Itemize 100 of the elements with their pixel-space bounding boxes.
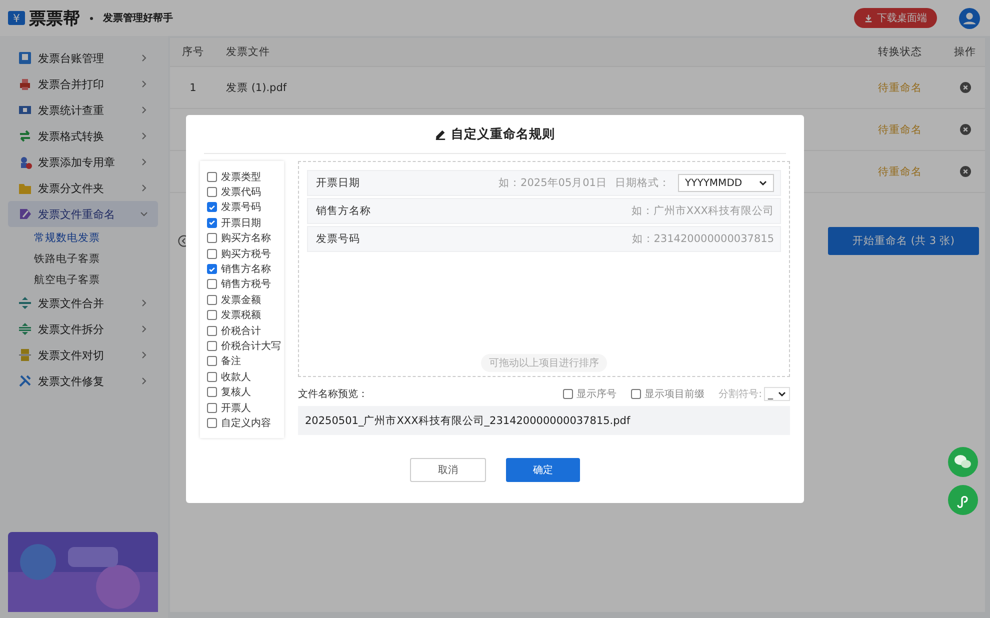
menu-item-icon (18, 51, 32, 65)
sidebar-item[interactable]: 发票分文件夹 (8, 175, 158, 201)
caret-icon (778, 390, 786, 398)
checkbox[interactable] (207, 248, 217, 259)
menu-item-icon (18, 322, 32, 336)
table-cell-text: 1 (188, 82, 198, 94)
sidebar-item[interactable]: 发票文件对切 (8, 342, 158, 368)
checkbox[interactable] (562, 389, 573, 399)
checkbox[interactable] (207, 294, 217, 305)
submenu-item[interactable]: 常规数电发票 (8, 227, 158, 248)
checkbox[interactable] (630, 389, 641, 399)
checkbox[interactable] (207, 172, 217, 182)
sidebar-item[interactable]: 发票统计查重 (8, 97, 158, 123)
checkbox-label[interactable]: 购买方名称 (221, 231, 271, 246)
checkbox[interactable] (207, 418, 217, 428)
submenu-item[interactable]: 铁路电子客票 (8, 248, 158, 269)
menu-item-icon (18, 129, 32, 143)
cancel-button[interactable]: 取消 (410, 458, 486, 482)
sidebar-item[interactable]: 发票格式转换 (8, 123, 158, 149)
checkbox-label[interactable]: 收款人 (221, 370, 251, 384)
checkbox-label[interactable]: 发票金额 (221, 292, 261, 307)
column-header: 操作 (953, 45, 977, 59)
check-icon (208, 264, 216, 274)
date-format-select[interactable]: YYYYMMDD (678, 174, 774, 192)
filename-preview: 20250501_广州市XXX科技有限公司_231420000000037815.pdf (298, 406, 790, 435)
checkbox-label[interactable]: 发票号码 (221, 200, 261, 214)
checkbox[interactable] (207, 326, 217, 336)
sort-item[interactable]: 开票日期 如：2025年05月01日 日期格式： YYYYMMDD (307, 170, 781, 196)
checkbox-label[interactable]: 销售方税号 (221, 277, 271, 292)
menu-item-icon (18, 207, 32, 221)
checkbox[interactable] (207, 218, 217, 228)
caret-icon (759, 179, 767, 187)
checkbox-label[interactable]: 发票税额 (221, 308, 261, 322)
checkbox-label[interactable]: 发票代码 (221, 185, 261, 200)
checkbox[interactable] (207, 233, 217, 244)
checkbox-label[interactable]: 价税合计大写 (221, 338, 281, 353)
checkbox-label[interactable]: 显示序号 (576, 387, 617, 401)
start-rename-button[interactable]: 开始重命名 (共 3 张) (828, 227, 979, 255)
checkbox[interactable] (207, 279, 217, 290)
dialog-title: 自定义重命名规则 (451, 126, 555, 142)
confirm-button[interactable]: 确定 (506, 458, 580, 482)
sort-hint: 可拖动以上项目进行排序 (481, 354, 607, 372)
checkbox[interactable] (207, 264, 217, 274)
separator-select[interactable]: _ (764, 387, 790, 401)
status-label: 待重命名 (877, 164, 923, 178)
checkbox-label[interactable]: 开票日期 (221, 216, 261, 230)
checkbox-label[interactable]: 复核人 (221, 385, 251, 400)
tagline: 发票管理好帮手 (103, 12, 173, 25)
menu-item-icon (18, 103, 32, 117)
sidebar-item[interactable]: 发票文件拆分 (8, 316, 158, 342)
menu-item-icon (18, 296, 32, 310)
checkbox-label[interactable]: 开票人 (221, 400, 251, 415)
checkbox[interactable] (207, 340, 217, 351)
link-icon[interactable] (948, 485, 978, 515)
checkbox[interactable] (207, 402, 217, 413)
checkbox-label[interactable]: 自定义内容 (221, 416, 271, 430)
checkbox[interactable] (207, 187, 217, 198)
menu-item-icon (18, 348, 32, 362)
avatar-icon (959, 8, 980, 28)
download-button[interactable]: 下载桌面端 (854, 8, 937, 28)
checkbox-label[interactable]: 发票类型 (221, 170, 261, 184)
sidebar-item[interactable]: 发票合并打印 (8, 71, 158, 97)
checkbox[interactable] (207, 310, 217, 320)
checkbox[interactable] (207, 372, 217, 382)
remove-icon (960, 166, 970, 177)
sidebar-item[interactable]: 发票文件合并 (8, 290, 158, 316)
checkbox[interactable] (207, 387, 217, 398)
download-icon (864, 14, 873, 22)
sort-item[interactable]: 销售方名称 如：广州市XXX科技有限公司 (307, 198, 781, 224)
brand-name: 票票帮 (29, 8, 80, 30)
remove-icon (960, 124, 970, 135)
pencil-icon (435, 128, 446, 140)
checkbox-label[interactable]: 销售方名称 (221, 262, 271, 276)
submenu-item[interactable]: 航空电子客票 (8, 269, 158, 290)
status-label: 待重命名 (877, 80, 923, 94)
column-header: 发票文件 (225, 45, 271, 59)
menu-item-icon (18, 374, 32, 388)
menu-item-icon (18, 77, 32, 91)
logo-mark: ¥ (8, 11, 25, 25)
checkbox-label[interactable]: 显示项目前缀 (644, 387, 705, 401)
preview-label: 文件名称预览： (298, 388, 369, 401)
sidebar-item[interactable]: 发票添加专用章 (8, 149, 158, 175)
column-header: 序号 (181, 45, 205, 59)
remove-icon (960, 82, 970, 93)
checkbox[interactable] (207, 356, 217, 366)
checkbox-label[interactable]: 价税合计 (221, 324, 261, 338)
checkbox[interactable] (207, 202, 217, 212)
separator-label: 分割符号: (718, 388, 762, 401)
checkbox-label[interactable]: 备注 (221, 354, 241, 368)
menu-item-icon (18, 155, 32, 169)
menu-item-icon (18, 181, 32, 195)
column-header: 转换状态 (877, 45, 923, 59)
table-cell-text: 发票 (1).pdf (225, 80, 288, 94)
sidebar-item[interactable]: 发票文件修复 (8, 368, 158, 394)
sidebar-item[interactable]: 发票文件重命名 (8, 201, 158, 227)
sort-item[interactable]: 发票号码 如：231420000000037815 (307, 226, 781, 252)
chat-bubbles-icon[interactable] (948, 447, 978, 477)
sidebar-item[interactable]: 发票台账管理 (8, 45, 158, 71)
checkbox-label[interactable]: 购买方税号 (221, 246, 271, 261)
status-label: 待重命名 (877, 122, 923, 136)
